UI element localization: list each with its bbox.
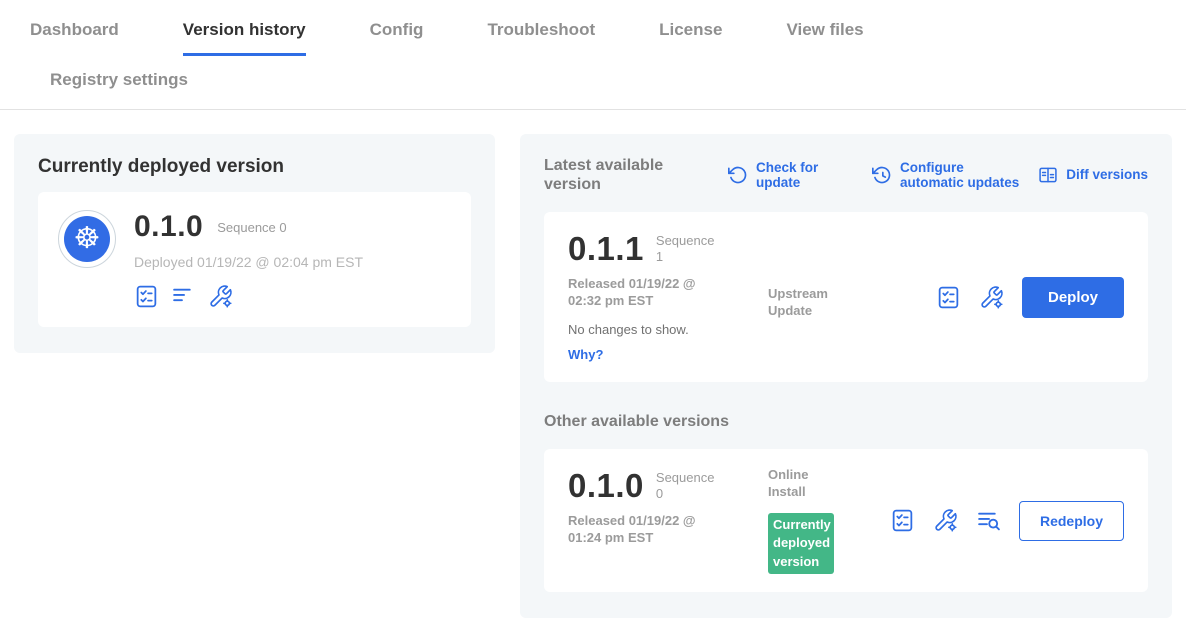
config-wrench-gear-icon[interactable] (933, 508, 958, 533)
preflight-checklist-icon[interactable] (890, 508, 915, 533)
tab-registry-settings[interactable]: Registry settings (50, 56, 188, 109)
currently-deployed-badge: Currently deployed version (768, 513, 834, 574)
latest-source-column: Upstream Update (768, 230, 888, 320)
diff-icon (1038, 165, 1058, 185)
app-icon-ring: ☸ (58, 210, 116, 268)
config-wrench-gear-icon[interactable] (208, 284, 233, 309)
redeploy-button[interactable]: Redeploy (1019, 501, 1124, 541)
other-released-date: Released 01/19/22 @ 01:24 pm EST (568, 513, 723, 547)
tab-config[interactable]: Config (370, 6, 424, 56)
latest-card-actions: Deploy (936, 277, 1124, 318)
other-versions-title: Other available versions (544, 412, 1148, 431)
latest-sequence-label: Sequence 1 (656, 233, 718, 266)
deployed-card-actions (134, 284, 363, 309)
latest-available-header: Latest available version Check for updat… (544, 156, 1148, 194)
latest-version-row: 0.1.1 Sequence 1 (568, 230, 768, 268)
currently-deployed-card: ☸ 0.1.0 Sequence 0 Deployed 01/19/22 @ 0… (38, 192, 471, 327)
check-for-update-label: Check for update (756, 160, 828, 191)
config-wrench-gear-icon[interactable] (979, 285, 1004, 310)
deploy-button[interactable]: Deploy (1022, 277, 1124, 318)
tab-dashboard[interactable]: Dashboard (30, 6, 119, 56)
nav-tabs-row-1: Dashboard Version history Config Trouble… (30, 6, 1186, 56)
latest-version-card: 0.1.1 Sequence 1 Released 01/19/22 @ 02:… (544, 212, 1148, 382)
kubernetes-icon: ☸ (64, 216, 110, 262)
latest-changes-note: No changes to show. (568, 322, 768, 337)
why-link[interactable]: Why? (568, 347, 603, 362)
diff-versions-link[interactable]: Diff versions (1038, 165, 1148, 185)
deployed-date: Deployed 01/19/22 @ 02:04 pm EST (134, 254, 363, 270)
other-source-label: Online Install (768, 467, 848, 501)
preflight-checklist-icon[interactable] (936, 285, 961, 310)
latest-source-label: Upstream Update (768, 286, 848, 320)
tab-license[interactable]: License (659, 6, 722, 56)
other-version-row: 0.1.0 Sequence 0 (568, 467, 768, 505)
release-notes-icon[interactable] (171, 284, 196, 309)
diff-versions-label: Diff versions (1066, 167, 1148, 183)
preflight-checklist-icon[interactable] (134, 284, 159, 309)
tab-troubleshoot[interactable]: Troubleshoot (487, 6, 595, 56)
currently-deployed-panel: Currently deployed version ☸ 0.1.0 Seque… (14, 134, 495, 353)
latest-released-date: Released 01/19/22 @ 02:32 pm EST (568, 276, 723, 310)
check-for-update-link[interactable]: Check for update (728, 160, 828, 191)
top-navbar: Dashboard Version history Config Trouble… (0, 0, 1186, 110)
configure-automatic-updates-link[interactable]: Configure automatic updates (872, 160, 1028, 191)
release-notes-search-icon[interactable] (976, 508, 1001, 533)
auto-update-clock-icon (872, 165, 892, 185)
deployed-version-row: 0.1.0 Sequence 0 (134, 210, 363, 244)
nav-tabs-row-2: Registry settings (30, 56, 1186, 109)
deployed-version-number: 0.1.0 (134, 210, 203, 244)
tab-view-files[interactable]: View files (786, 6, 863, 56)
other-version-card: 0.1.0 Sequence 0 Released 01/19/22 @ 01:… (544, 449, 1148, 591)
tab-version-history[interactable]: Version history (183, 6, 306, 56)
available-versions-panel: Latest available version Check for updat… (520, 134, 1172, 618)
other-version-info: 0.1.0 Sequence 0 Released 01/19/22 @ 01:… (568, 467, 768, 547)
latest-available-title: Latest available version (544, 156, 684, 194)
latest-version-info: 0.1.1 Sequence 1 Released 01/19/22 @ 02:… (568, 230, 768, 364)
other-sequence-label: Sequence 0 (656, 470, 718, 503)
refresh-icon (728, 165, 748, 185)
other-version-number: 0.1.0 (568, 467, 644, 505)
currently-deployed-title: Currently deployed version (38, 156, 471, 178)
deployed-sequence-label: Sequence 0 (217, 220, 286, 235)
other-source-column: Online Install Currently deployed versio… (768, 467, 888, 573)
latest-version-number: 0.1.1 (568, 230, 644, 268)
deployed-card-info: 0.1.0 Sequence 0 Deployed 01/19/22 @ 02:… (134, 210, 363, 309)
main-content: Currently deployed version ☸ 0.1.0 Seque… (0, 110, 1186, 642)
configure-automatic-updates-label: Configure automatic updates (900, 160, 1028, 191)
other-card-actions: Redeploy (890, 501, 1124, 541)
